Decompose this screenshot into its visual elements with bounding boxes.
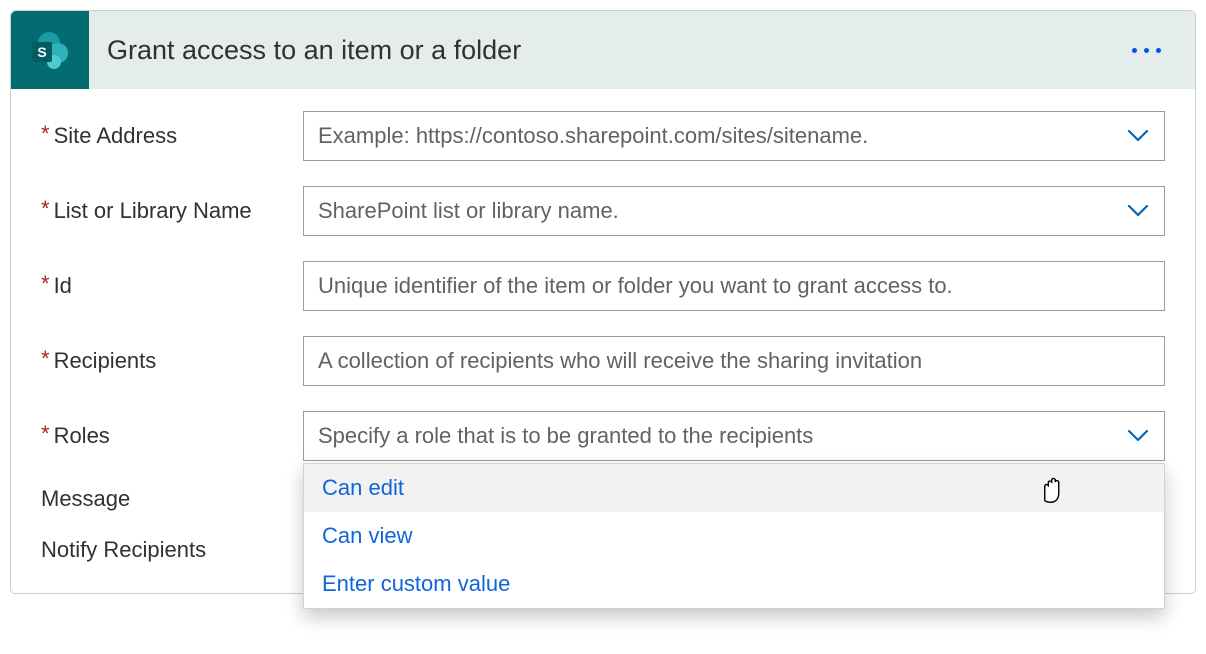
chevron-down-icon (1126, 199, 1150, 223)
pointer-cursor-icon (1036, 474, 1064, 512)
roles-combobox[interactable]: Specify a role that is to be granted to … (303, 411, 1165, 461)
label-message: Message (41, 486, 303, 512)
label-site-address: * Site Address (41, 123, 303, 149)
required-asterisk: * (41, 123, 50, 145)
required-asterisk: * (41, 198, 50, 220)
label-recipients: * Recipients (41, 348, 303, 374)
chevron-down-icon (1126, 424, 1150, 448)
site-address-combobox[interactable]: Example: https://contoso.sharepoint.com/… (303, 111, 1165, 161)
card-body: * Site Address Example: https://contoso.… (11, 89, 1195, 593)
label-notify: Notify Recipients (41, 537, 303, 563)
roles-option-can-view[interactable]: Can view (304, 512, 1164, 560)
chevron-down-icon (1126, 124, 1150, 148)
label-id: * Id (41, 273, 303, 299)
recipients-input[interactable] (303, 336, 1165, 386)
row-recipients: * Recipients (41, 336, 1165, 386)
required-asterisk: * (41, 348, 50, 370)
label-list-or-library: * List or Library Name (41, 198, 303, 224)
row-id: * Id (41, 261, 1165, 311)
card-title: Grant access to an item or a folder (107, 35, 1103, 66)
more-menu-button[interactable] (1121, 48, 1171, 53)
sharepoint-icon: S (11, 11, 89, 89)
row-list-or-library: * List or Library Name SharePoint list o… (41, 186, 1165, 236)
id-input[interactable] (303, 261, 1165, 311)
card-header: S Grant access to an item or a folder (11, 11, 1195, 89)
required-asterisk: * (41, 273, 50, 295)
roles-dropdown: Can edit Can view Enter custom value (303, 463, 1165, 609)
svg-text:S: S (37, 44, 46, 60)
list-or-library-combobox[interactable]: SharePoint list or library name. (303, 186, 1165, 236)
roles-option-custom[interactable]: Enter custom value (304, 560, 1164, 608)
row-roles: * Roles Specify a role that is to be gra… (41, 411, 1165, 461)
roles-option-can-edit[interactable]: Can edit (304, 464, 1164, 512)
row-site-address: * Site Address Example: https://contoso.… (41, 111, 1165, 161)
label-roles: * Roles (41, 423, 303, 449)
action-card: S Grant access to an item or a folder * … (10, 10, 1196, 594)
required-asterisk: * (41, 423, 50, 445)
